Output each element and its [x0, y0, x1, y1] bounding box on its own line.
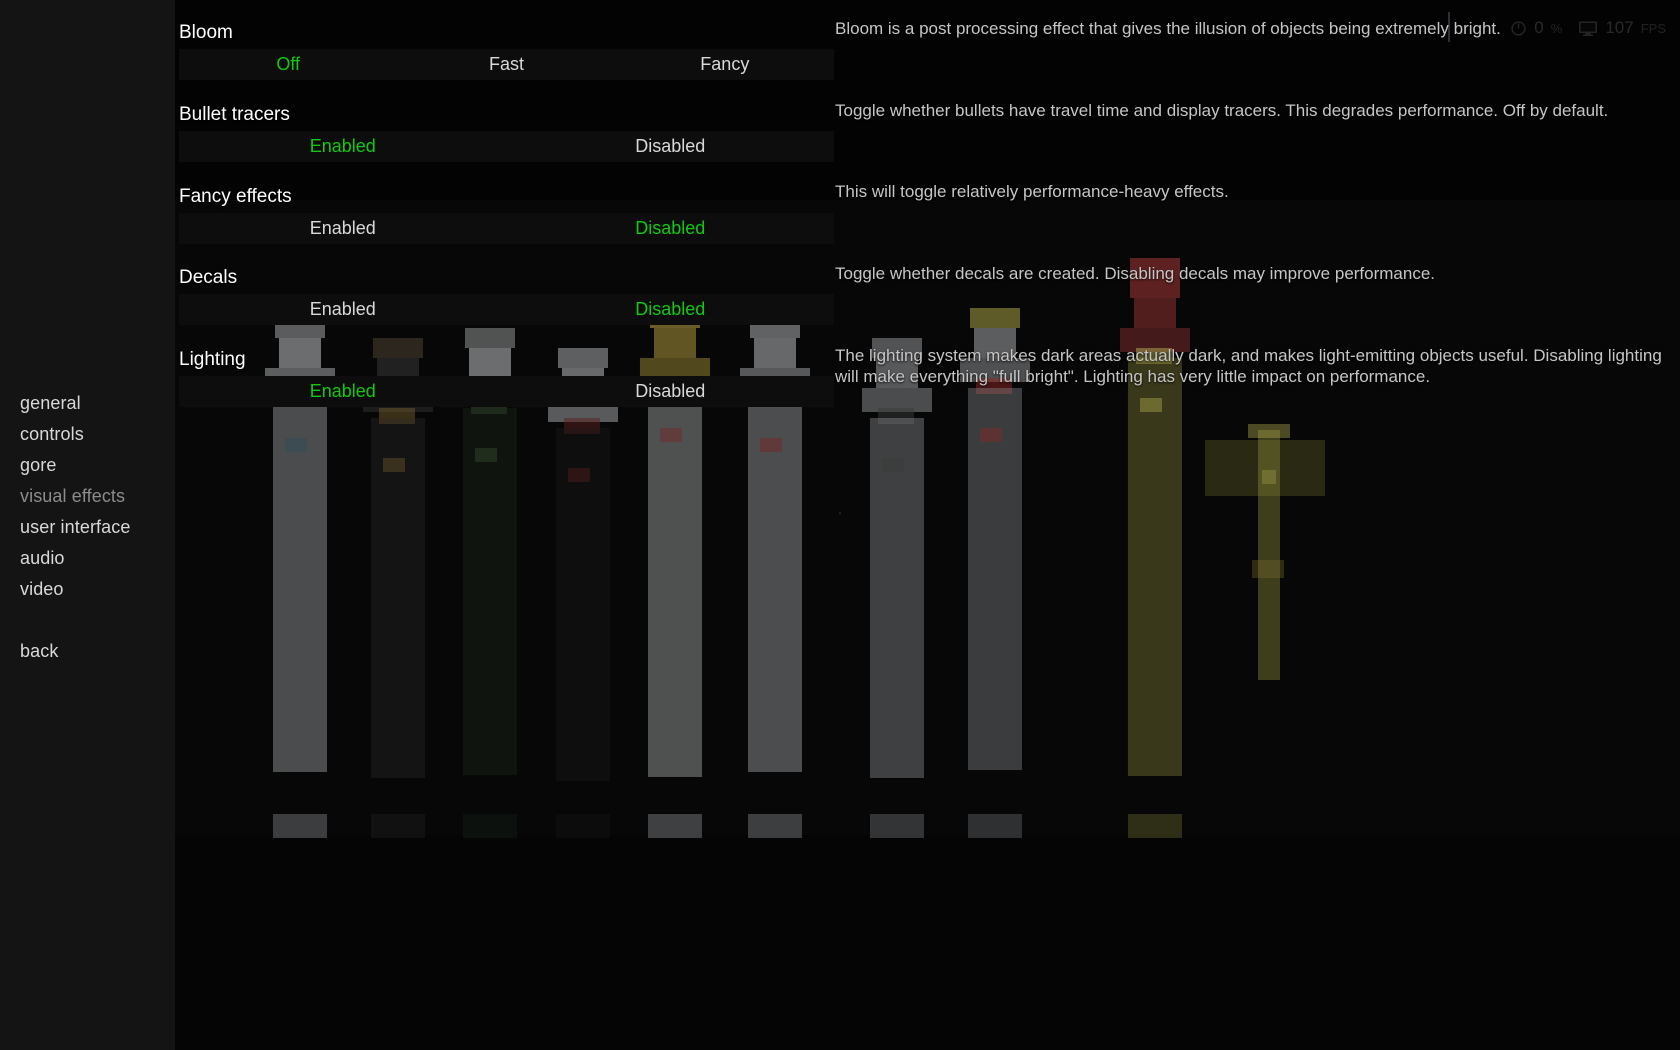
setting-description-fancy-effects: This will toggle relatively performance-… [835, 182, 1229, 201]
monitor-icon [1578, 20, 1598, 37]
option-bar-bloom: Off Fast Fancy [179, 49, 834, 80]
setting-label-bloom: Bloom [179, 22, 233, 43]
hud-load-value: 0 [1534, 18, 1544, 37]
option-lighting-enabled[interactable]: Enabled [179, 376, 507, 407]
option-lighting-disabled[interactable]: Disabled [507, 376, 835, 407]
option-bullet-tracers-enabled[interactable]: Enabled [179, 131, 507, 162]
setting-label-decals: Decals [179, 267, 238, 288]
setting-label-fancy-effects: Fancy effects [179, 186, 292, 207]
gauge-icon [1510, 20, 1527, 37]
option-bar-bullet-tracers: Enabled Disabled [179, 131, 834, 162]
hud-load: 0 % [1510, 18, 1562, 38]
option-bloom-fast[interactable]: Fast [397, 49, 615, 80]
menu-item-audio[interactable]: audio [20, 543, 170, 574]
option-bar-lighting: Enabled Disabled [179, 376, 834, 407]
setting-label-bullet-tracers: Bullet tracers [179, 104, 290, 125]
setting-description-decals: Toggle whether decals are created. Disab… [835, 264, 1436, 283]
option-decals-enabled[interactable]: Enabled [179, 294, 507, 325]
option-fancy-effects-enabled[interactable]: Enabled [179, 213, 507, 244]
option-bullet-tracers-disabled[interactable]: Disabled [507, 131, 835, 162]
crosshair [839, 512, 841, 514]
option-bar-decals: Enabled Disabled [179, 294, 834, 325]
hud-fps-unit: FPS [1640, 20, 1666, 36]
hud-load-unit: % [1550, 20, 1563, 36]
menu-item-visual-effects[interactable]: visual effects [20, 481, 170, 512]
text-cursor [1448, 12, 1450, 42]
menu-item-general[interactable]: general [20, 388, 170, 419]
settings-menu-nav: general controls gore visual effects user in… [20, 388, 170, 667]
option-fancy-effects-disabled[interactable]: Disabled [507, 213, 835, 244]
performance-hud: 0 % 107 FPS [1510, 18, 1666, 38]
menu-item-video[interactable]: video [20, 574, 170, 605]
hud-fps: 107 FPS [1578, 18, 1666, 38]
back-button[interactable]: back [20, 636, 170, 667]
menu-item-user-interface[interactable]: user interface [20, 512, 170, 543]
option-bar-fancy-effects: Enabled Disabled [179, 213, 834, 244]
setting-description-lighting: The lighting system makes dark areas act… [835, 346, 1662, 386]
option-bloom-fancy[interactable]: Fancy [616, 49, 834, 80]
option-bloom-off[interactable]: Off [179, 49, 397, 80]
setting-description-bullet-tracers: Toggle whether bullets have travel time … [835, 101, 1609, 120]
setting-label-lighting: Lighting [179, 349, 246, 370]
menu-item-controls[interactable]: controls [20, 419, 170, 450]
game-screen: general controls gore visual effects user in… [0, 0, 1680, 1050]
left-panel: general controls gore visual effects user in… [0, 0, 175, 1050]
settings-list: Bloom Off Fast Fancy Bloom is a post process… [175, 0, 1680, 1050]
option-decals-disabled[interactable]: Disabled [507, 294, 835, 325]
menu-item-gore[interactable]: gore [20, 450, 170, 481]
hud-fps-value: 107 [1605, 18, 1634, 37]
